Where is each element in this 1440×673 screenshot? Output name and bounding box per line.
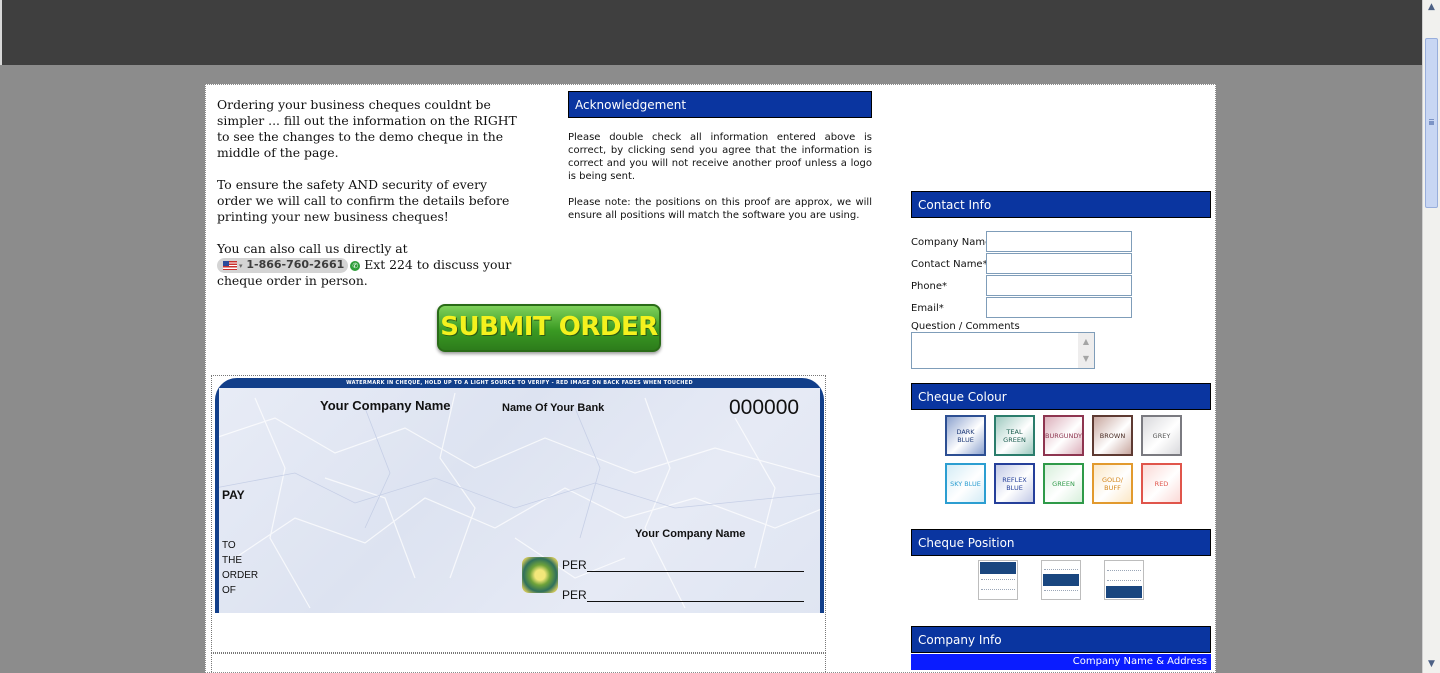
- phone-call-icon[interactable]: ✆: [350, 260, 361, 271]
- intro-paragraph-1: Ordering your business cheques couldnt b…: [217, 97, 517, 160]
- cheque-to-label: TO: [222, 540, 236, 551]
- colour-swatch-label: BURGUNDY: [1045, 431, 1083, 440]
- position-middle-option[interactable]: [1041, 560, 1081, 600]
- cheque-company-name-bottom: Your Company Name: [635, 528, 746, 540]
- demo-cheque-frame: WATERMARK IN CHEQUE, HOLD UP TO A LIGHT …: [211, 375, 826, 653]
- colour-swatch-label: GREY: [1152, 431, 1171, 440]
- phone-chip[interactable]: ▾ 1-866-760-2661: [217, 258, 349, 273]
- dropdown-arrow-icon: ▾: [239, 262, 243, 270]
- cheque-bank-name: Name Of Your Bank: [502, 402, 605, 414]
- colour-swatch-label: DARK BLUE: [956, 427, 975, 444]
- watermark-band: WATERMARK IN CHEQUE, HOLD UP TO A LIGHT …: [215, 378, 824, 388]
- colour-swatch-sky-blue[interactable]: SKY BLUE: [945, 463, 986, 504]
- acknowledgement-paragraph-2: Please note: the positions on this proof…: [568, 197, 872, 221]
- company-name-input[interactable]: [986, 231, 1132, 252]
- intro-paragraph-3: You can also call us directly at ▾ 1-866…: [217, 241, 517, 289]
- phone-number: 1-866-760-2661: [246, 258, 345, 271]
- hologram-icon: [522, 557, 558, 593]
- cheque-number: 000000: [729, 396, 800, 419]
- call-prefix: You can also call us directly at: [217, 241, 408, 256]
- cheque-left-border: [215, 386, 219, 613]
- email-input[interactable]: [986, 297, 1132, 318]
- textarea-scrollbar[interactable]: ▲ ▼: [1078, 333, 1094, 368]
- intro-text: Ordering your business cheques couldnt b…: [217, 97, 517, 289]
- phone-input[interactable]: [986, 275, 1132, 296]
- contact-name-input[interactable]: [986, 253, 1132, 274]
- cheque-order-label: ORDER: [222, 570, 259, 581]
- scroll-up-icon[interactable]: ▲: [1425, 1, 1438, 14]
- colour-swatch-label: BROWN: [1099, 431, 1126, 440]
- acknowledgement-header: Acknowledgement: [568, 91, 872, 118]
- cheque-per-label-1: PER: [562, 558, 587, 572]
- contact-info-header: Contact Info: [911, 191, 1211, 218]
- cheque-pay-label: PAY: [222, 488, 245, 502]
- acknowledgement-paragraph-1: Please double check all information ente…: [568, 132, 872, 182]
- colour-swatch-burgundy[interactable]: BURGUNDY: [1043, 415, 1084, 456]
- submit-order-button[interactable]: SUBMIT ORDER: [437, 304, 661, 352]
- signature-line-2: [587, 601, 804, 602]
- position-divider: [981, 589, 1015, 590]
- colour-swatch-brown[interactable]: BROWN: [1092, 415, 1133, 456]
- acknowledgement-text: Please double check all information ente…: [568, 131, 872, 235]
- company-name-label: Company Name: [911, 237, 992, 248]
- question-comments-label: Question / Comments: [911, 321, 1020, 332]
- colour-swatch-dark-blue[interactable]: DARK BLUE: [945, 415, 986, 456]
- cheque-of-label: OF: [222, 585, 236, 596]
- cheque-stub-frame: [211, 653, 826, 672]
- cheque-position-header: Cheque Position: [911, 529, 1211, 556]
- colour-swatch-label: RED: [1154, 479, 1169, 488]
- colour-swatch-grey[interactable]: GREY: [1141, 415, 1182, 456]
- position-divider: [1044, 590, 1078, 591]
- position-divider: [981, 579, 1015, 580]
- signature-line-1: [587, 571, 804, 572]
- cheque-the-label: THE: [222, 555, 242, 566]
- cheque-colour-header: Cheque Colour: [911, 383, 1211, 410]
- browser-top-bar: [0, 0, 1422, 65]
- position-top-block: [980, 562, 1016, 574]
- position-divider: [1044, 569, 1078, 570]
- position-top-option[interactable]: [978, 560, 1018, 600]
- phone-label: Phone*: [911, 281, 947, 292]
- colour-swatch-green[interactable]: GREEN: [1043, 463, 1084, 504]
- cheque-to-the-order-of: TO THE ORDER OF: [222, 538, 258, 598]
- colour-swatch-label: REFLEX BLUE: [1002, 475, 1027, 492]
- cheque-right-border: [820, 386, 824, 613]
- demo-cheque: WATERMARK IN CHEQUE, HOLD UP TO A LIGHT …: [215, 378, 824, 613]
- colour-swatch-gold-buff[interactable]: GOLD/ BUFF: [1092, 463, 1133, 504]
- colour-swatch-label: GREEN: [1052, 479, 1075, 488]
- colour-swatch-red[interactable]: RED: [1141, 463, 1182, 504]
- scroll-thumb[interactable]: [1425, 38, 1438, 208]
- scroll-grip-icon: [1429, 119, 1434, 121]
- colour-swatch-teal-green[interactable]: TEAL GREEN: [994, 415, 1035, 456]
- us-flag-icon: [223, 260, 237, 270]
- question-comments-textarea[interactable]: ▲ ▼: [911, 332, 1095, 369]
- scroll-down-icon[interactable]: ▼: [1425, 658, 1438, 671]
- position-bottom-option[interactable]: [1104, 560, 1144, 600]
- vertical-scrollbar[interactable]: ▲ ▼: [1422, 0, 1440, 673]
- position-divider: [1107, 580, 1141, 581]
- colour-swatch-label: SKY BLUE: [950, 479, 981, 488]
- colour-swatch-reflex-blue[interactable]: REFLEX BLUE: [994, 463, 1035, 504]
- colour-swatch-label: TEAL GREEN: [1003, 427, 1026, 444]
- position-bottom-block: [1106, 586, 1142, 598]
- company-name-address-subheader: Company Name & Address: [911, 654, 1211, 670]
- contact-name-label: Contact Name*: [911, 259, 988, 270]
- position-divider: [1107, 570, 1141, 571]
- cheque-per-label-2: PER: [562, 588, 587, 602]
- colour-swatch-label: GOLD/ BUFF: [1102, 475, 1123, 492]
- textarea-scroll-up-icon[interactable]: ▲: [1078, 333, 1094, 350]
- company-info-header: Company Info: [911, 626, 1211, 653]
- intro-paragraph-2: To ensure the safety AND security of eve…: [217, 177, 510, 224]
- textarea-scroll-down-icon[interactable]: ▼: [1078, 350, 1094, 367]
- order-page: Ordering your business cheques couldnt b…: [205, 84, 1216, 673]
- top-bar-edge: [0, 0, 2, 65]
- position-middle-block: [1043, 574, 1079, 586]
- cheque-company-name: Your Company Name: [320, 398, 451, 413]
- email-label: Email*: [911, 303, 944, 314]
